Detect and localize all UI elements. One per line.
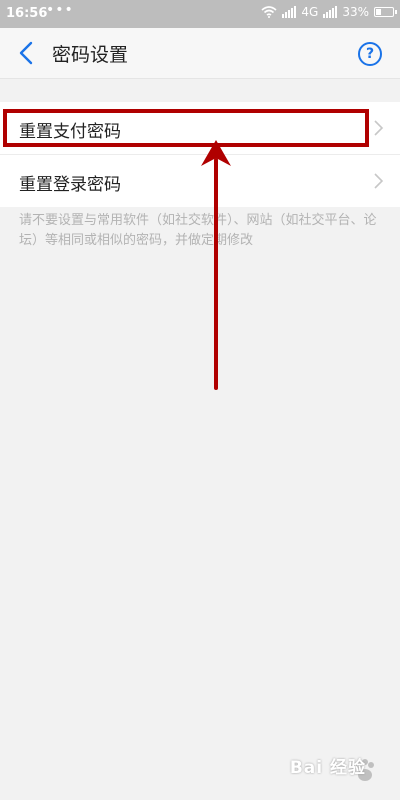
help-icon: ?: [365, 46, 375, 62]
status-bar: 16:56 ••• 4G 33%: [0, 0, 400, 28]
page-title: 密码设置: [52, 44, 129, 66]
network-type: 4G: [301, 5, 319, 19]
status-time: 16:56: [6, 6, 48, 21]
status-indicators: 4G 33%: [261, 5, 397, 19]
reset-payment-password-item[interactable]: 重置支付密码: [0, 102, 400, 154]
menu-item-label: 重置登录密码: [19, 175, 121, 195]
back-button[interactable]: [12, 38, 42, 68]
menu-item-label: 重置支付密码: [19, 122, 121, 142]
battery-percent: 33%: [342, 5, 369, 19]
chevron-right-icon: [374, 120, 384, 136]
menu-list: 重置支付密码 重置登录密码: [0, 102, 400, 207]
notification-dots-icon: •••: [46, 2, 74, 18]
watermark-text: Bai 经验: [289, 758, 366, 778]
help-button[interactable]: ?: [358, 42, 382, 66]
reset-login-password-item[interactable]: 重置登录密码: [0, 154, 400, 207]
chevron-left-icon: [19, 41, 33, 65]
battery-fill: [376, 9, 381, 15]
password-hint-text: 请不要设置与常用软件（如社交软件）、网站（如社交平台、论坛）等相同或相似的密码，…: [19, 213, 377, 248]
wifi-icon: [261, 6, 277, 18]
battery-icon: [374, 7, 397, 17]
chevron-right-icon: [374, 173, 384, 189]
signal-icon: [282, 6, 297, 18]
signal-icon-secondary: [323, 6, 338, 18]
nav-bar: 密码设置 ?: [0, 28, 400, 79]
